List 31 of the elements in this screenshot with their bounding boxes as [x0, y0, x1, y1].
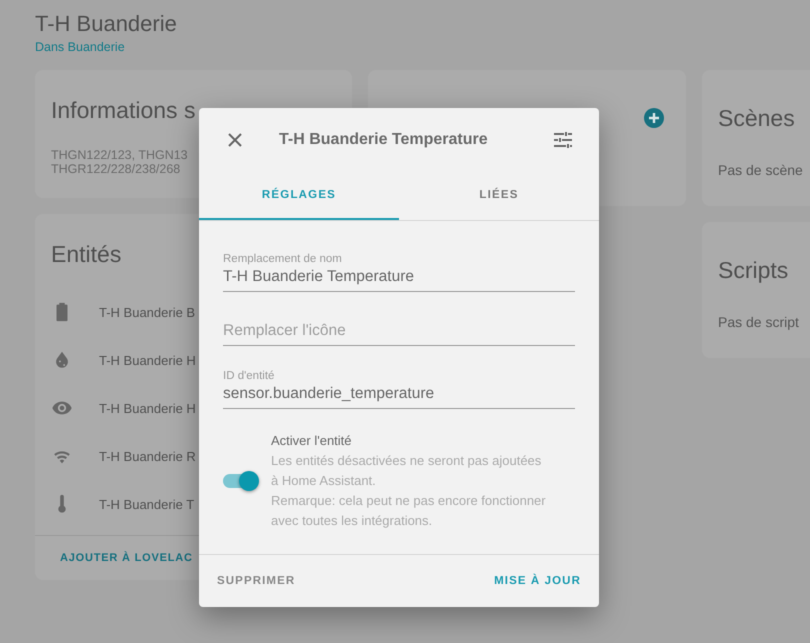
update-button[interactable]: MISE À JOUR	[486, 567, 589, 595]
delete-button[interactable]: SUPPRIMER	[209, 567, 304, 595]
switch-note: Remarque: cela peut ne pas encore fonctionner avec toutes les intégrations.	[271, 492, 546, 530]
dialog-title: T-H Buanderie Temperature	[279, 131, 489, 149]
field-label: Remplacement de nom	[223, 253, 343, 265]
text-field[interactable]: T-H Buanderie Temperature	[223, 265, 575, 292]
toggle-switch[interactable]	[223, 471, 259, 491]
entity-name[interactable]: T-H Buanderie H	[99, 352, 196, 368]
add-to-lovelace-button[interactable]: AJOUTER À LOVELAC	[60, 552, 193, 564]
text-field[interactable]: sensor.buanderie_temperature	[223, 382, 575, 409]
empty-message: Pas de scène	[718, 162, 804, 178]
card-title: Scènes	[718, 104, 795, 132]
tab[interactable]: LIÉES	[399, 172, 599, 220]
card-title: Informations s	[51, 96, 196, 124]
tab[interactable]: RÉGLAGES	[199, 172, 399, 220]
switch-label: Activer l'entité	[271, 432, 353, 450]
entity-name[interactable]: T-H Buanderie R	[99, 448, 196, 464]
entity-name[interactable]: T-H Buanderie H	[99, 400, 196, 416]
card-title: Scripts	[718, 256, 788, 284]
field-label: ID d'entité	[223, 370, 276, 382]
card-title: Entités	[51, 240, 122, 268]
text-field[interactable]: Remplacer l'icône	[223, 319, 575, 346]
switch-description: Les entités désactivées ne seront pas ajoutées à Home Assistant.	[271, 452, 542, 490]
add-icon[interactable]	[644, 108, 664, 128]
empty-message: Pas de script	[718, 314, 800, 330]
entity-name[interactable]: T-H Buanderie B	[99, 304, 196, 320]
device-model-text: THGR122/228/238/268	[51, 162, 180, 176]
area-link[interactable]: Dans Buanderie	[35, 40, 125, 54]
entity-name[interactable]: T-H Buanderie T	[99, 496, 194, 512]
device-title: T-H Buanderie	[35, 10, 178, 38]
device-model-text: THGN122/123, THGN13	[51, 148, 188, 162]
